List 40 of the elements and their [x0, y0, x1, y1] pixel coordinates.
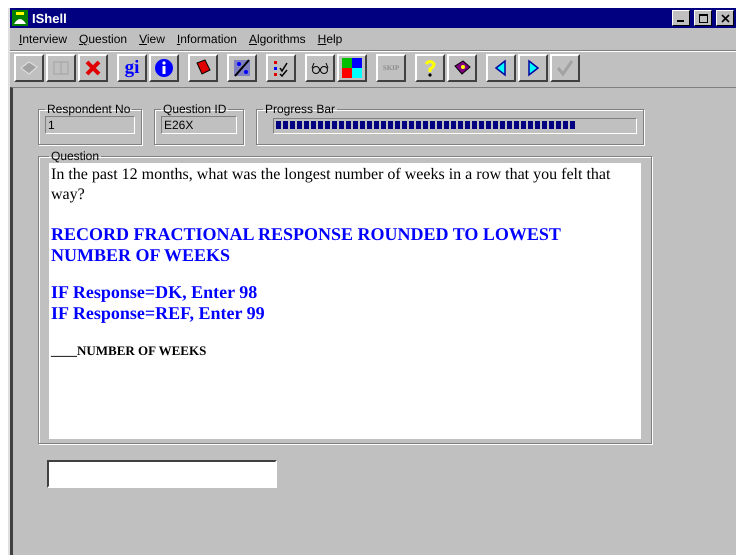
toolbar-button[interactable] [305, 54, 335, 82]
group-label: Question [50, 149, 100, 163]
app-icon [12, 10, 28, 26]
toolbar-button[interactable] [518, 54, 548, 82]
toolbar-button[interactable] [447, 54, 477, 82]
group-label: Respondent No [46, 102, 132, 116]
menu-item[interactable]: View [134, 31, 170, 47]
toolbar-button[interactable] [486, 54, 516, 82]
checkmark-icon [555, 58, 575, 78]
close-button[interactable] [716, 10, 734, 26]
group-label: Question ID [162, 102, 228, 116]
toolbar-button[interactable] [78, 54, 108, 82]
answer-label: ____NUMBER OF WEEKS [51, 342, 208, 360]
maximize-button[interactable] [694, 10, 712, 26]
menu-item[interactable]: Information [172, 31, 242, 47]
toolbar-button[interactable]: gi [117, 54, 147, 82]
maximize-icon [698, 14, 708, 22]
menu-item[interactable]: Question [74, 31, 132, 47]
toolbar-button[interactable] [266, 54, 296, 82]
instruction-text: RECORD FRACTIONAL RESPONSE ROUNDED TO LOWEST NUMBER OF WEEKS [51, 224, 562, 266]
window-title: IShell [32, 10, 68, 26]
toolbar-button[interactable] [415, 54, 445, 82]
color-grid-icon [342, 58, 362, 78]
question-text: In the past 12 months, what was the longest number of weeks in a row that you felt that way? [51, 165, 612, 205]
respondent-field: 1 [45, 116, 135, 134]
menu-item[interactable]: Algorithms [244, 31, 311, 47]
close-icon [83, 58, 103, 78]
close-icon [720, 14, 730, 22]
minimize-button[interactable] [672, 10, 690, 26]
toolbar-button[interactable] [337, 54, 367, 82]
info-icon [154, 58, 174, 78]
toolbar-button[interactable] [227, 54, 257, 82]
menu-item[interactable]: Help [312, 31, 348, 47]
toolbar-button[interactable] [188, 54, 218, 82]
toolbar-button[interactable] [149, 54, 179, 82]
group-label: Progress Bar [264, 102, 336, 116]
question-id-field: E26X [161, 116, 237, 134]
instruction-text: IF Response=DK, Enter 98 IF Response=REF, Enter 99 [51, 282, 266, 324]
answer-input[interactable] [47, 460, 277, 488]
menu-item[interactable]: Interview [14, 31, 72, 47]
